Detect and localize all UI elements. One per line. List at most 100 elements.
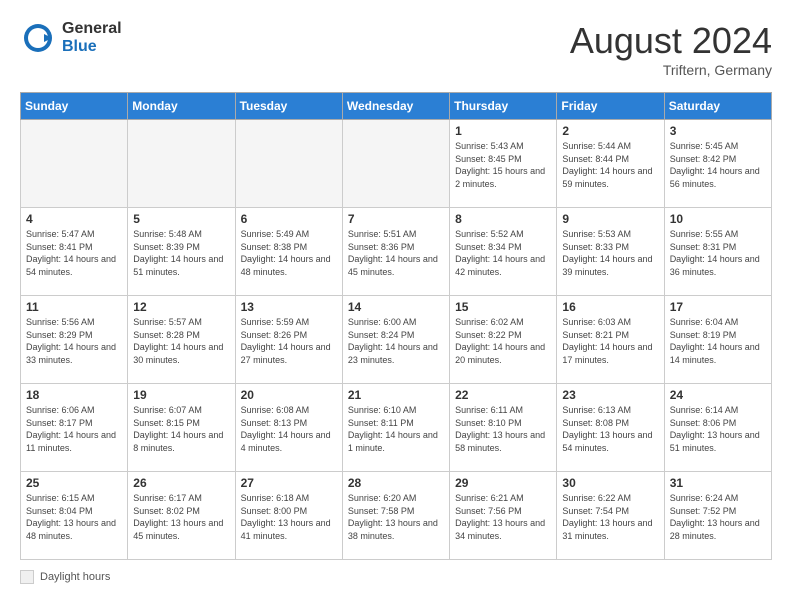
calendar-cell: 24Sunrise: 6:14 AMSunset: 8:06 PMDayligh… [664,384,771,472]
day-info: Sunrise: 5:45 AMSunset: 8:42 PMDaylight:… [670,140,766,190]
day-info: Sunrise: 6:03 AMSunset: 8:21 PMDaylight:… [562,316,658,366]
day-info: Sunrise: 6:17 AMSunset: 8:02 PMDaylight:… [133,492,229,542]
calendar-cell: 14 Sunrise: 6:00 AMSunset: 8:24 PMDayligh… [342,296,449,384]
day-number: 6 [241,212,337,226]
calendar-cell: 29Sunrise: 6:21 AMSunset: 7:56 PMDayligh… [450,472,557,560]
calendar-cell: 23 Sunrise: 6:13 AMSunset: 8:08 PMDayligh… [557,384,664,472]
logo-svg [20,20,56,56]
calendar-cell: 26 Sunrise: 6:17 AMSunset: 8:02 PMDayligh… [128,472,235,560]
calendar-cell: 20 Sunrise: 6:08 AMSunset: 8:13 PMDayligh… [235,384,342,472]
week-row-2: 11 Sunrise: 5:56 AMSunset: 8:29 PMDayligh… [21,296,772,384]
legend: Daylight hours [20,570,772,584]
calendar-cell [21,120,128,208]
day-number: 14 [348,300,444,314]
day-number: 22 [455,388,551,402]
legend-box [20,570,34,584]
day-info: Sunrise: 5:52 AMSunset: 8:34 PMDaylight:… [455,228,551,278]
day-number: 29 [455,476,551,490]
day-info: Sunrise: 5:57 AMSunset: 8:28 PMDaylight:… [133,316,229,366]
col-header-tuesday: Tuesday [235,93,342,120]
header-row: SundayMondayTuesdayWednesdayThursdayFrid… [21,93,772,120]
day-number: 25 [26,476,122,490]
day-number: 20 [241,388,337,402]
page-header: GeneralBlue August 2024 Triftern, German… [20,20,772,78]
day-number: 31 [670,476,766,490]
calendar-cell: 25 Sunrise: 6:15 AMSunset: 8:04 PMDayligh… [21,472,128,560]
calendar-cell: 11 Sunrise: 5:56 AMSunset: 8:29 PMDayligh… [21,296,128,384]
day-info: Sunrise: 6:15 AMSunset: 8:04 PMDaylight:… [26,492,122,542]
week-row-0: 1Sunrise: 5:43 AMSunset: 8:45 PMDaylight… [21,120,772,208]
calendar-cell: 27 Sunrise: 6:18 AMSunset: 8:00 PMDayligh… [235,472,342,560]
day-number: 12 [133,300,229,314]
calendar-cell: 9 Sunrise: 5:53 AMSunset: 8:33 PMDaylight… [557,208,664,296]
calendar-cell: 13 Sunrise: 5:59 AMSunset: 8:26 PMDayligh… [235,296,342,384]
day-info: Sunrise: 5:56 AMSunset: 8:29 PMDaylight:… [26,316,122,366]
day-number: 8 [455,212,551,226]
day-number: 23 [562,388,658,402]
col-header-sunday: Sunday [21,93,128,120]
calendar-cell [342,120,449,208]
calendar-cell: 4 Sunrise: 5:47 AMSunset: 8:41 PMDaylight… [21,208,128,296]
day-number: 15 [455,300,551,314]
day-info: Sunrise: 6:11 AMSunset: 8:10 PMDaylight:… [455,404,551,454]
day-number: 13 [241,300,337,314]
day-info: Sunrise: 5:51 AMSunset: 8:36 PMDaylight:… [348,228,444,278]
day-info: Sunrise: 6:22 AMSunset: 7:54 PMDaylight:… [562,492,658,542]
calendar-cell: 2Sunrise: 5:44 AMSunset: 8:44 PMDaylight… [557,120,664,208]
day-number: 1 [455,124,551,138]
day-info: Sunrise: 6:07 AMSunset: 8:15 PMDaylight:… [133,404,229,454]
calendar-cell: 3Sunrise: 5:45 AMSunset: 8:42 PMDaylight… [664,120,771,208]
calendar-cell: 18 Sunrise: 6:06 AMSunset: 8:17 PMDayligh… [21,384,128,472]
location: Triftern, Germany [570,62,772,78]
calendar-cell: 5Sunrise: 5:48 AMSunset: 8:39 PMDaylight… [128,208,235,296]
calendar-cell: 28 Sunrise: 6:20 AMSunset: 7:58 PMDayligh… [342,472,449,560]
week-row-4: 25 Sunrise: 6:15 AMSunset: 8:04 PMDayligh… [21,472,772,560]
day-info: Sunrise: 6:20 AMSunset: 7:58 PMDaylight:… [348,492,444,542]
day-info: Sunrise: 5:59 AMSunset: 8:26 PMDaylight:… [241,316,337,366]
day-number: 17 [670,300,766,314]
day-number: 11 [26,300,122,314]
week-row-1: 4 Sunrise: 5:47 AMSunset: 8:41 PMDaylight… [21,208,772,296]
day-number: 27 [241,476,337,490]
day-number: 7 [348,212,444,226]
week-row-3: 18 Sunrise: 6:06 AMSunset: 8:17 PMDayligh… [21,384,772,472]
calendar-cell: 22 Sunrise: 6:11 AMSunset: 8:10 PMDayligh… [450,384,557,472]
day-info: Sunrise: 6:06 AMSunset: 8:17 PMDaylight:… [26,404,122,454]
day-info: Sunrise: 5:49 AMSunset: 8:38 PMDaylight:… [241,228,337,278]
day-number: 18 [26,388,122,402]
calendar-cell: 1Sunrise: 5:43 AMSunset: 8:45 PMDaylight… [450,120,557,208]
logo: GeneralBlue [20,20,122,56]
day-number: 10 [670,212,766,226]
col-header-monday: Monday [128,93,235,120]
title-block: August 2024 Triftern, Germany [570,20,772,78]
day-info: Sunrise: 6:04 AMSunset: 8:19 PMDaylight:… [670,316,766,366]
calendar-cell [128,120,235,208]
calendar-cell: 15 Sunrise: 6:02 AMSunset: 8:22 PMDayligh… [450,296,557,384]
day-number: 28 [348,476,444,490]
day-number: 19 [133,388,229,402]
legend-label: Daylight hours [40,571,110,583]
col-header-friday: Friday [557,93,664,120]
day-info: Sunrise: 5:53 AMSunset: 8:33 PMDaylight:… [562,228,658,278]
calendar-cell: 8 Sunrise: 5:52 AMSunset: 8:34 PMDaylight… [450,208,557,296]
col-header-saturday: Saturday [664,93,771,120]
day-number: 30 [562,476,658,490]
month-title: August 2024 [570,20,772,62]
calendar-cell: 16Sunrise: 6:03 AMSunset: 8:21 PMDayligh… [557,296,664,384]
day-info: Sunrise: 6:02 AMSunset: 8:22 PMDaylight:… [455,316,551,366]
day-info: Sunrise: 5:47 AMSunset: 8:41 PMDaylight:… [26,228,122,278]
day-number: 9 [562,212,658,226]
calendar-cell: 10 Sunrise: 5:55 AMSunset: 8:31 PMDayligh… [664,208,771,296]
day-info: Sunrise: 6:18 AMSunset: 8:00 PMDaylight:… [241,492,337,542]
calendar-cell [235,120,342,208]
calendar-table: SundayMondayTuesdayWednesdayThursdayFrid… [20,92,772,560]
day-info: Sunrise: 6:13 AMSunset: 8:08 PMDaylight:… [562,404,658,454]
day-info: Sunrise: 5:55 AMSunset: 8:31 PMDaylight:… [670,228,766,278]
day-number: 26 [133,476,229,490]
day-info: Sunrise: 6:00 AMSunset: 8:24 PMDaylight:… [348,316,444,366]
day-info: Sunrise: 6:08 AMSunset: 8:13 PMDaylight:… [241,404,337,454]
calendar-cell: 30 Sunrise: 6:22 AMSunset: 7:54 PMDayligh… [557,472,664,560]
day-number: 4 [26,212,122,226]
calendar-cell: 6 Sunrise: 5:49 AMSunset: 8:38 PMDaylight… [235,208,342,296]
calendar-cell: 12 Sunrise: 5:57 AMSunset: 8:28 PMDayligh… [128,296,235,384]
